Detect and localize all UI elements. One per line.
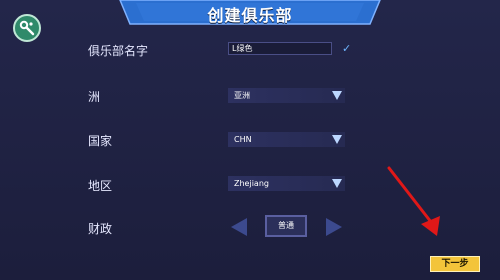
tools-icon — [19, 20, 35, 36]
finance-prev-arrow-icon[interactable] — [231, 218, 247, 236]
tools-button[interactable] — [13, 14, 41, 42]
continent-value: 亚洲 — [234, 91, 250, 100]
checkmark-icon: ✓ — [342, 42, 352, 55]
country-label: 国家 — [88, 134, 113, 148]
country-value: CHN — [234, 135, 252, 144]
club-name-input[interactable]: L绿色 — [228, 42, 332, 55]
finance-value: 普通 — [265, 215, 307, 237]
finance-next-arrow-icon[interactable] — [326, 218, 342, 236]
continent-dropdown[interactable]: 亚洲 — [228, 88, 345, 103]
region-dropdown[interactable]: Zhejiang — [228, 176, 345, 191]
title-banner: 创建俱乐部 — [0, 0, 500, 26]
region-value: Zhejiang — [234, 179, 269, 188]
country-dropdown[interactable]: CHN — [228, 132, 345, 147]
finance-label: 财政 — [88, 222, 113, 236]
dropdown-arrow-icon — [332, 135, 342, 144]
club-name-label: 俱乐部名字 — [88, 44, 149, 58]
region-label: 地区 — [88, 179, 113, 193]
annotation-arrow-icon — [387, 166, 440, 236]
continent-label: 洲 — [88, 90, 101, 104]
dropdown-arrow-icon — [332, 179, 342, 188]
page-title: 创建俱乐部 — [207, 6, 293, 25]
dropdown-arrow-icon — [332, 91, 342, 100]
next-step-button[interactable]: 下一步 — [430, 256, 480, 272]
